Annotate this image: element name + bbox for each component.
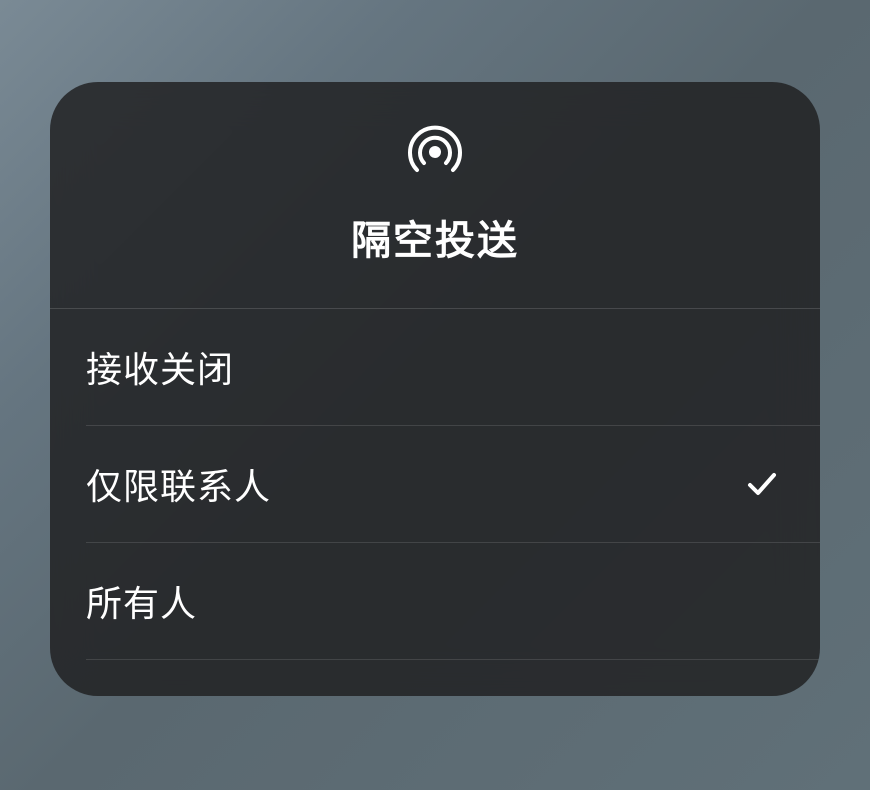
- option-label: 所有人: [86, 575, 197, 627]
- panel-title: 隔空投送: [351, 208, 519, 266]
- option-label: 接收关闭: [86, 341, 234, 393]
- airdrop-settings-panel: 隔空投送 接收关闭 仅限联系人 所有人: [50, 82, 820, 696]
- option-everyone[interactable]: 所有人: [50, 543, 820, 659]
- option-receiving-off[interactable]: 接收关闭: [50, 309, 820, 425]
- option-contacts-only[interactable]: 仅限联系人: [50, 426, 820, 542]
- checkmark-icon: [744, 466, 780, 502]
- bottom-spacer: [50, 660, 820, 696]
- airdrop-icon: [403, 120, 467, 184]
- panel-header: 隔空投送: [50, 82, 820, 308]
- option-label: 仅限联系人: [86, 458, 271, 510]
